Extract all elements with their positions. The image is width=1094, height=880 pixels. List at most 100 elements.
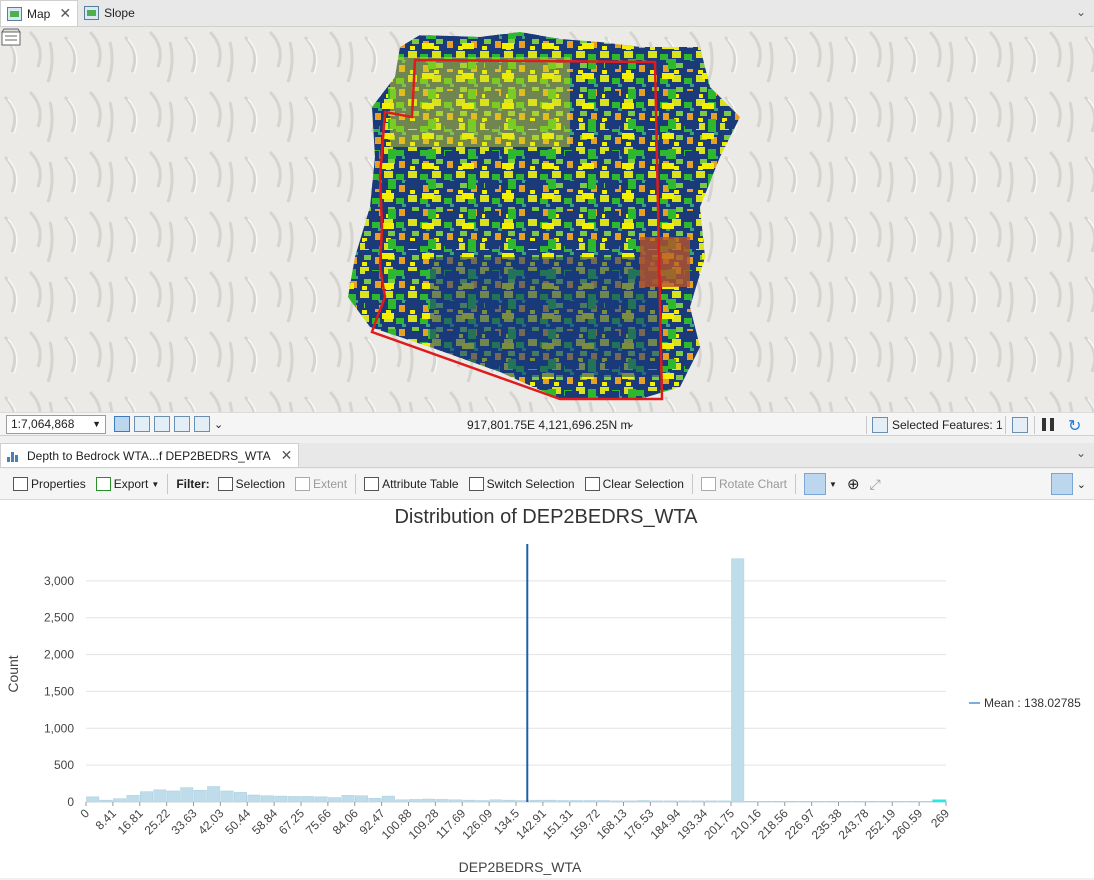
divider: [795, 474, 797, 494]
selected-features[interactable]: Selected Features: 1: [872, 417, 1003, 433]
properties-label: Properties: [31, 477, 86, 491]
switch-selection-button[interactable]: Switch Selection: [464, 472, 580, 496]
selected-features-label: Selected Features: 1: [892, 418, 1003, 432]
clear-selection-label: Clear Selection: [602, 477, 684, 491]
histogram-bar: [798, 801, 812, 803]
histogram-bar: [677, 800, 691, 803]
properties-button[interactable]: Properties: [8, 472, 91, 496]
histogram-chart[interactable]: Distribution of DEP2BEDRS_WTA Count DEP2…: [0, 500, 1094, 878]
zoom-in-button[interactable]: ⊕: [842, 472, 865, 496]
histogram-bar: [234, 792, 247, 803]
full-extent-button[interactable]: ⤢: [865, 472, 886, 496]
histogram-bar: [489, 799, 503, 803]
histogram-bar: [314, 796, 328, 803]
scale-selector[interactable]: 1:7,064,868 ▼: [6, 414, 106, 434]
histogram-bar: [99, 799, 113, 803]
scale-value: 1:7,064,868: [11, 417, 75, 431]
histogram-bar: [637, 800, 651, 803]
filter-label: Filter:: [176, 477, 210, 491]
y-tick-label: 0: [67, 795, 74, 809]
export-button[interactable]: Export ▼: [91, 472, 165, 496]
x-tick-label: 16.81: [115, 806, 146, 837]
chevron-down-icon[interactable]: ⌄: [214, 418, 223, 431]
north-arrow-icon[interactable]: [194, 416, 210, 432]
histogram-bar-selected: [932, 799, 947, 803]
histogram-bar: [462, 799, 476, 803]
histogram-bar: [623, 800, 637, 803]
map-view[interactable]: [0, 27, 1094, 412]
y-tick-label: 500: [54, 758, 74, 772]
histogram-bar: [811, 801, 825, 803]
close-icon[interactable]: ✕: [281, 447, 293, 464]
zoom-in-icon: ⊕: [846, 476, 860, 493]
filter-extent-button[interactable]: Extent: [290, 472, 352, 496]
histogram-bar: [502, 799, 516, 803]
histogram-bar: [153, 789, 167, 803]
tab-map[interactable]: Map ✕: [0, 0, 79, 26]
x-tick-label: 84.06: [330, 806, 361, 837]
histogram-bar: [865, 801, 879, 803]
histogram-bar: [825, 801, 839, 803]
y-tick-label: 1,000: [44, 721, 74, 735]
histogram-bar: [341, 795, 355, 803]
histogram-bar: [690, 800, 704, 803]
chevron-down-icon: ▼: [151, 479, 160, 489]
histogram-bar: [529, 799, 543, 803]
tab-chart[interactable]: Depth to Bedrock WTA...f DEP2BEDRS_WTA ✕: [0, 443, 300, 467]
chart-pane: Distribution of DEP2BEDRS_WTA Count DEP2…: [0, 500, 1094, 878]
rotate-chart-button[interactable]: Rotate Chart: [696, 472, 792, 496]
constraints-icon[interactable]: [154, 416, 170, 432]
properties-icon: [13, 477, 28, 491]
switch-selection-label: Switch Selection: [486, 477, 575, 491]
attribute-table-button[interactable]: Attribute Table: [359, 472, 464, 496]
snapping-icon[interactable]: [174, 416, 190, 432]
close-icon[interactable]: ✕: [59, 5, 71, 22]
histogram-bar: [744, 801, 758, 803]
histogram-bar: [301, 796, 315, 803]
rotate-chart-icon: [700, 477, 716, 491]
histogram-bar: [771, 801, 785, 803]
histogram-bar: [569, 800, 583, 803]
grid-icon[interactable]: [134, 416, 150, 432]
histogram-bar: [556, 800, 570, 803]
histogram-bar: [704, 800, 718, 803]
tab-slope-label: Slope: [104, 6, 135, 20]
legend-toggle-icon[interactable]: [1050, 473, 1073, 495]
histogram-bar: [328, 797, 342, 803]
chevron-down-icon[interactable]: ⌄: [626, 417, 635, 430]
histogram-bar: [475, 800, 489, 803]
x-tick-label: 67.25: [276, 806, 307, 837]
extent-label: Extent: [313, 477, 348, 491]
select-tool-button[interactable]: ▼: [799, 472, 842, 496]
refresh-icon[interactable]: ↻: [1068, 416, 1081, 436]
full-extent-icon: ⤢: [869, 475, 881, 492]
selection-filter-icon: [217, 477, 233, 491]
histogram-bar: [784, 801, 798, 803]
filter-icon[interactable]: [1012, 417, 1028, 433]
chevron-down-icon[interactable]: ⌄: [1076, 5, 1086, 19]
histogram-bar: [247, 794, 261, 803]
tab-slope[interactable]: Slope: [78, 0, 141, 26]
histogram-bar: [583, 800, 597, 803]
histogram-bar: [220, 790, 234, 803]
chevron-down-icon[interactable]: ⌄: [1077, 478, 1086, 491]
x-tick-label: 75.66: [303, 806, 334, 837]
chart-tab-bar: Depth to Bedrock WTA...f DEP2BEDRS_WTA ✕…: [0, 443, 1094, 468]
histogram-bar: [113, 798, 127, 803]
pause-icon[interactable]: [1042, 418, 1054, 431]
histogram-bar: [408, 799, 422, 803]
histogram-bar: [86, 796, 100, 803]
basemap-icon[interactable]: [0, 27, 22, 47]
histogram-bar: [354, 795, 368, 803]
filter-selection-button[interactable]: Selection: [213, 472, 290, 496]
grid-snap-icon[interactable]: [114, 416, 130, 432]
map-canvas: [0, 27, 1094, 412]
select-icon: [872, 417, 888, 433]
chevron-down-icon[interactable]: ⌄: [1076, 446, 1086, 460]
chevron-down-icon: ▼: [829, 479, 837, 489]
histogram-bar: [166, 790, 180, 803]
histogram-bar: [395, 799, 409, 803]
clear-selection-button[interactable]: Clear Selection: [580, 472, 689, 496]
map-status-bar: 1:7,064,868 ▼ ⌄ 917,801.75E 4,121,696.25…: [0, 412, 1094, 436]
export-label: Export: [113, 477, 149, 491]
